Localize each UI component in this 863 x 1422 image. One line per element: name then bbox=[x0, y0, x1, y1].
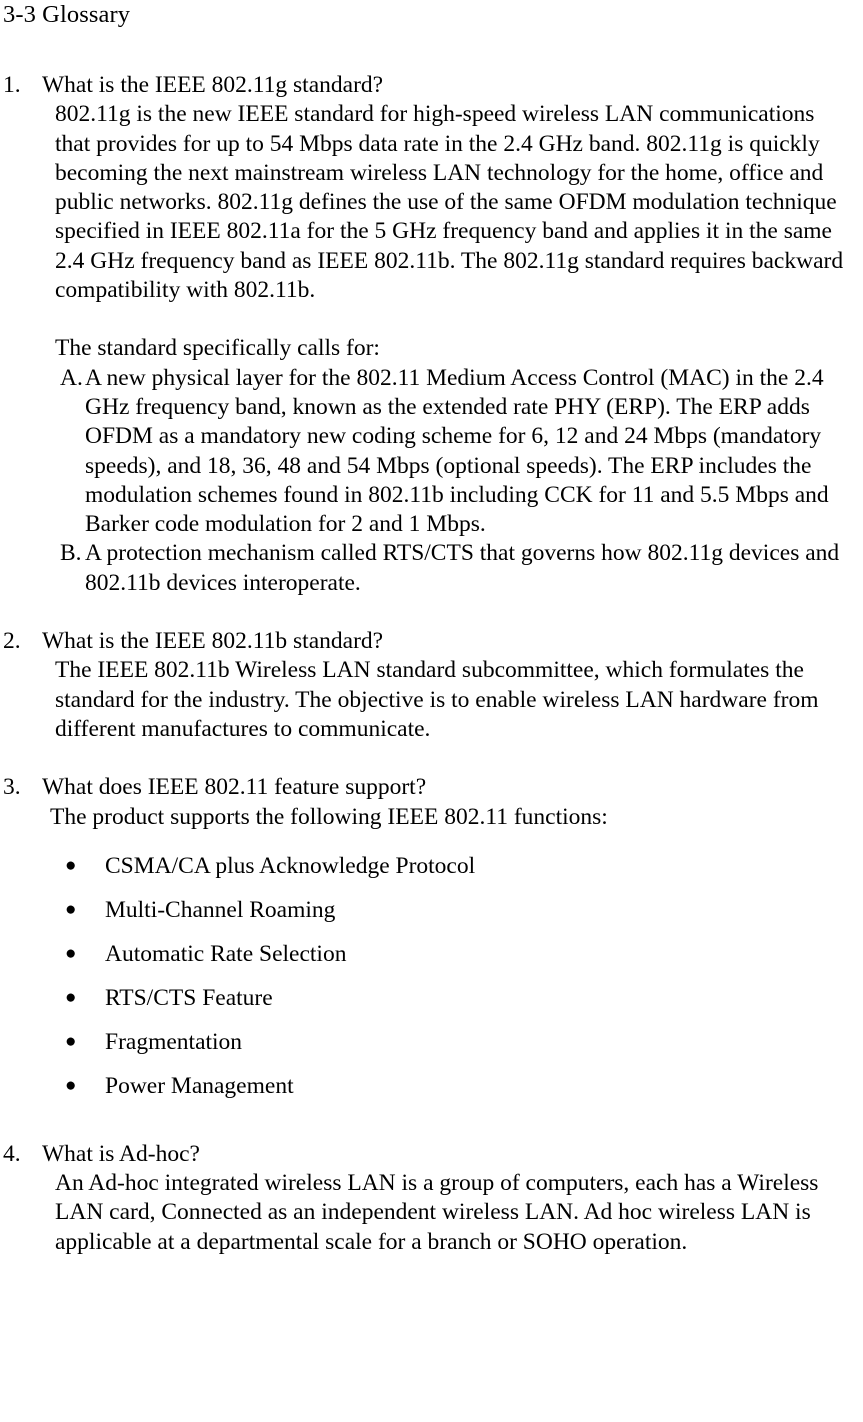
list-item: A. A new physical layer for the 802.11 M… bbox=[3, 364, 855, 540]
bullet-icon: ● bbox=[65, 898, 77, 920]
list-item: ● Automatic Rate Selection bbox=[3, 936, 855, 980]
list-item-label: Automatic Rate Selection bbox=[105, 940, 347, 967]
list-item-text: A new physical layer for the 802.11 Medi… bbox=[85, 364, 829, 538]
list-item-label: RTS/CTS Feature bbox=[105, 984, 273, 1011]
question-text: What does IEEE 802.11 feature support? bbox=[42, 774, 427, 801]
question-row: 3. What does IEEE 802.11 feature support… bbox=[3, 773, 855, 802]
faq-item-2: 2. What is the IEEE 802.11b standard? Th… bbox=[3, 627, 855, 744]
list-item: ● Fragmentation bbox=[3, 1024, 855, 1068]
answer-text: 802.11g is the new IEEE standard for hig… bbox=[55, 101, 844, 304]
question-row: 4. What is Ad-hoc? bbox=[3, 1140, 855, 1169]
faq-item-4: 4. What is Ad-hoc? An Ad-hoc integrated … bbox=[3, 1140, 855, 1257]
list-item: ● Multi-Channel Roaming bbox=[3, 892, 855, 936]
answer-text: The IEEE 802.11b Wireless LAN standard s… bbox=[55, 657, 819, 742]
list-item-label: Power Management bbox=[105, 1072, 294, 1099]
faq-item-3: 3. What does IEEE 802.11 feature support… bbox=[3, 773, 855, 1112]
bullet-icon: ● bbox=[65, 1074, 77, 1096]
feature-list: ● CSMA/CA plus Acknowledge Protocol ● Mu… bbox=[3, 848, 855, 1112]
lettered-sub-list: A. A new physical layer for the 802.11 M… bbox=[3, 364, 855, 598]
question-number: 3. bbox=[3, 774, 21, 801]
bullet-icon: ● bbox=[65, 854, 77, 876]
list-item-label: CSMA/CA plus Acknowledge Protocol bbox=[105, 852, 476, 879]
bullet-icon: ● bbox=[65, 986, 77, 1008]
bullet-icon: ● bbox=[65, 1030, 77, 1052]
page-title: 3-3 Glossary bbox=[3, 1, 131, 28]
question-text: What is the IEEE 802.11g standard? bbox=[42, 72, 384, 98]
list-item: ● Power Management bbox=[3, 1068, 855, 1112]
answer-text: An Ad-hoc integrated wireless LAN is a g… bbox=[55, 1170, 819, 1255]
question-text: What is the IEEE 802.11b standard? bbox=[42, 628, 384, 655]
sub-list-intro: The standard specifically calls for: bbox=[55, 335, 380, 362]
faq-item-1: 1. What is the IEEE 802.11g standard? 80… bbox=[3, 71, 855, 598]
question-row: 2. What is the IEEE 802.11b standard? bbox=[3, 627, 855, 656]
list-item: ● CSMA/CA plus Acknowledge Protocol bbox=[3, 848, 855, 892]
list-item-text: A protection mechanism called RTS/CTS th… bbox=[85, 540, 840, 596]
question-row: 1. What is the IEEE 802.11g standard? bbox=[3, 71, 855, 100]
list-item-marker: B. bbox=[60, 540, 82, 567]
bullet-icon: ● bbox=[65, 942, 77, 964]
glossary-page: 3-3 Glossary 1. What is the IEEE 802.11g… bbox=[0, 0, 863, 1422]
question-number: 2. bbox=[3, 628, 21, 655]
question-text: What is Ad-hoc? bbox=[42, 1140, 200, 1167]
answer-text: The product supports the following IEEE … bbox=[50, 803, 608, 830]
list-item: ● RTS/CTS Feature bbox=[3, 980, 855, 1024]
question-number: 4. bbox=[3, 1140, 21, 1167]
list-item: B. A protection mechanism called RTS/CTS… bbox=[3, 539, 855, 598]
list-item-marker: A. bbox=[60, 364, 83, 391]
question-number: 1. bbox=[3, 72, 21, 98]
list-item-label: Multi-Channel Roaming bbox=[105, 896, 336, 923]
list-item-label: Fragmentation bbox=[105, 1028, 243, 1055]
